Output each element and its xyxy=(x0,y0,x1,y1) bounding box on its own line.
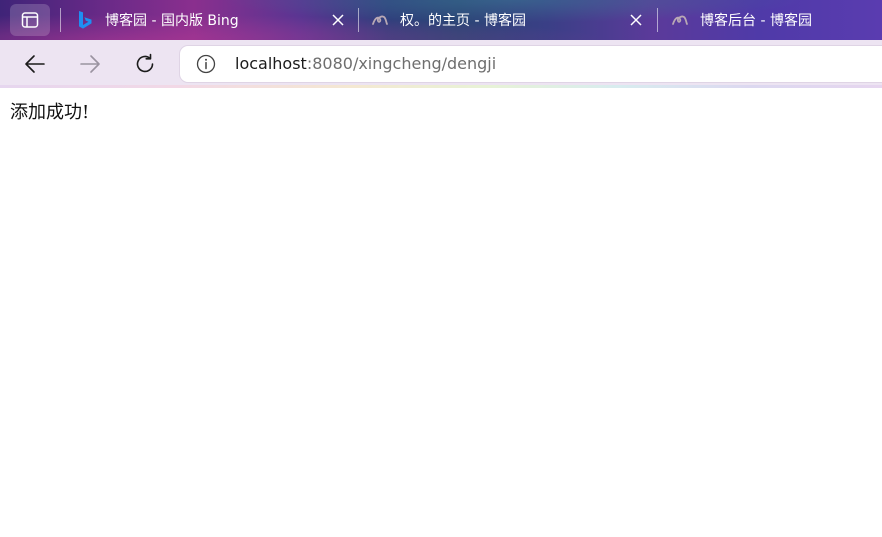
tab-separator xyxy=(657,8,658,32)
tab-title: 权。的主页 - 博客园 xyxy=(400,13,526,29)
bing-icon xyxy=(75,10,95,30)
tab-strip: 博客园 - 国内版 Bing 权。的主页 - 博客园 博客后台 - 博客园 xyxy=(0,0,882,40)
cnblogs-icon xyxy=(370,10,390,30)
refresh-icon xyxy=(136,53,154,73)
page-content: 添加成功! xyxy=(0,89,882,537)
arrow-left-icon xyxy=(25,55,45,73)
address-bar[interactable]: localhost:8080/xingcheng/dengji xyxy=(180,46,882,82)
success-message: 添加成功! xyxy=(10,102,90,123)
tab-cnblogs-home[interactable]: 权。的主页 - 博客园 xyxy=(370,0,656,40)
tab-blog-admin[interactable]: 博客后台 - 博客园 xyxy=(670,0,882,40)
browser-window: 博客园 - 国内版 Bing 权。的主页 - 博客园 博客后台 - 博客园 lo… xyxy=(0,0,882,537)
close-tab-icon[interactable] xyxy=(626,10,646,30)
url-host: localhost xyxy=(235,54,307,73)
tab-actions-button[interactable] xyxy=(10,4,50,36)
url-text[interactable]: localhost:8080/xingcheng/dengji xyxy=(235,54,496,74)
forward-button[interactable] xyxy=(74,48,106,80)
refresh-button[interactable] xyxy=(129,48,161,80)
url-path: :8080/xingcheng/dengji xyxy=(306,54,497,73)
info-icon[interactable] xyxy=(196,54,216,74)
arrow-right-icon xyxy=(80,55,100,73)
tab-actions-icon xyxy=(21,12,39,28)
toolbar-divider xyxy=(0,85,882,88)
tab-separator xyxy=(60,8,61,32)
tab-title: 博客园 - 国内版 Bing xyxy=(105,13,239,29)
tab-separator xyxy=(358,8,359,32)
tab-bing[interactable]: 博客园 - 国内版 Bing xyxy=(75,0,357,40)
tab-title: 博客后台 - 博客园 xyxy=(700,13,812,29)
close-tab-icon[interactable] xyxy=(328,10,348,30)
back-button[interactable] xyxy=(19,48,51,80)
cnblogs-icon xyxy=(670,10,690,30)
